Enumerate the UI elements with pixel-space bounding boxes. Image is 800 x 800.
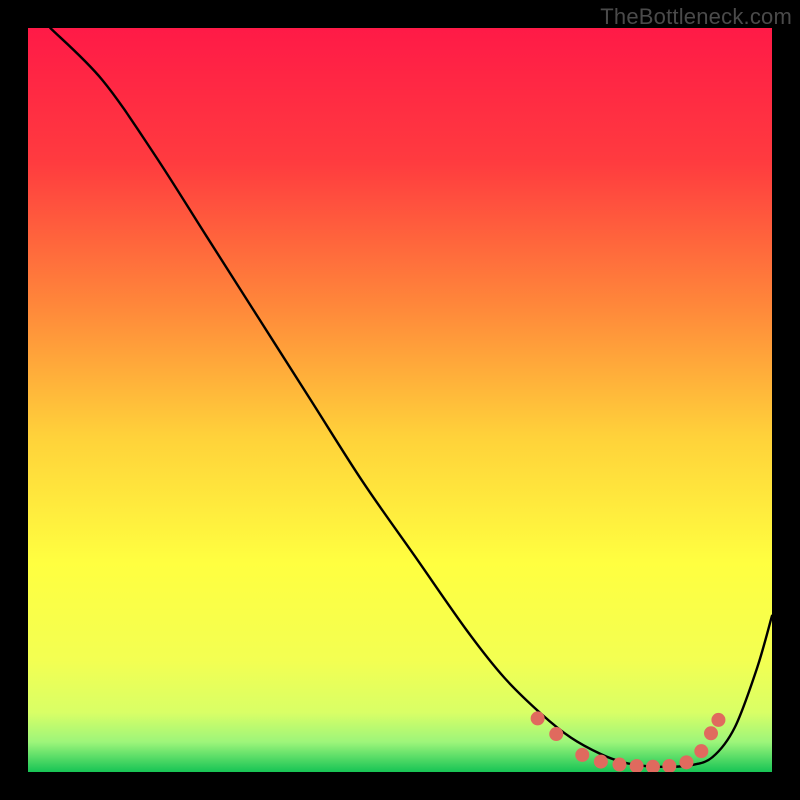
marker-point <box>704 726 718 740</box>
marker-point <box>594 755 608 769</box>
chart-svg <box>28 28 772 772</box>
watermark-label: TheBottleneck.com <box>600 4 792 30</box>
marker-point <box>694 744 708 758</box>
marker-point <box>679 755 693 769</box>
marker-point <box>711 713 725 727</box>
marker-point <box>575 748 589 762</box>
chart-plot-area <box>28 28 772 772</box>
marker-point <box>612 758 626 772</box>
chart-background <box>28 28 772 772</box>
marker-point <box>549 727 563 741</box>
chart-frame: TheBottleneck.com <box>0 0 800 800</box>
marker-point <box>531 711 545 725</box>
